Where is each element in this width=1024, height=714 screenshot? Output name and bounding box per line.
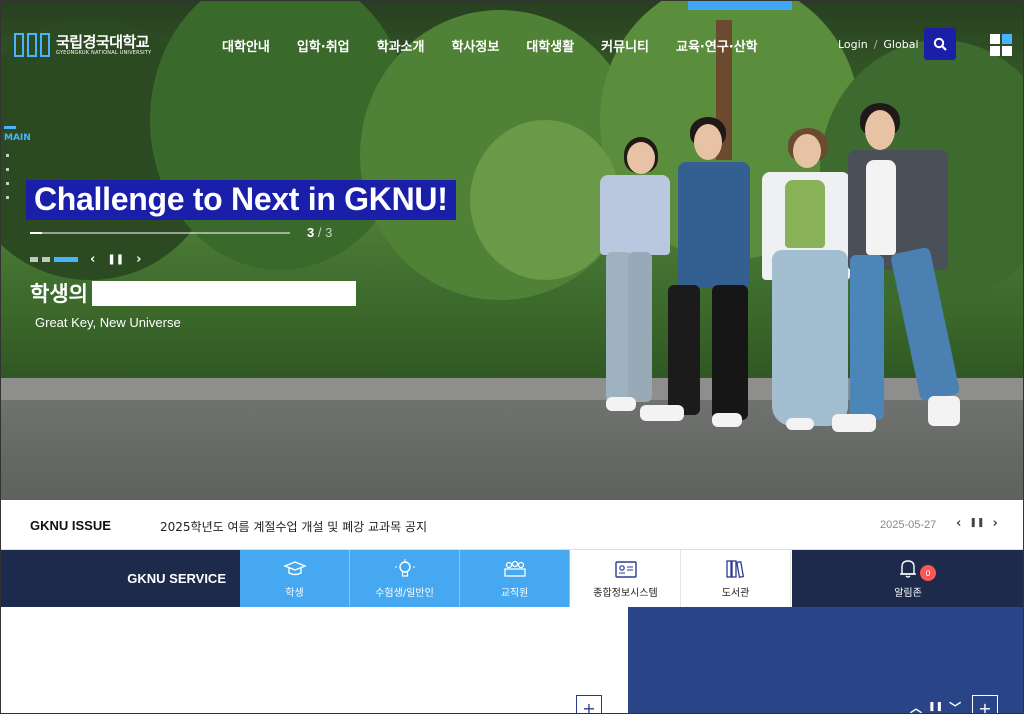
util-separator: / bbox=[873, 38, 878, 51]
hero-subtitle-text: 학생의 bbox=[30, 282, 88, 306]
slide-prev-button[interactable]: ‹ bbox=[90, 252, 95, 267]
service-label: 교직원 bbox=[500, 587, 529, 599]
logo-name-ko: 국립경국대학교 bbox=[56, 32, 150, 51]
service-library[interactable]: 도서관 bbox=[681, 550, 791, 607]
global-link[interactable]: Global bbox=[883, 38, 918, 51]
top-navigation: 국립경국대학교 GYEONGKUK NATIONAL UNIVERSITY 대학… bbox=[0, 0, 1024, 90]
logo-name-en: GYEONGKUK NATIONAL UNIVERSITY bbox=[56, 49, 152, 56]
hero-subtitle-en: Great Key, New Universe bbox=[35, 315, 181, 330]
slide-next-button[interactable]: › bbox=[136, 252, 141, 267]
service-applicant[interactable]: 수험생/일반인 bbox=[350, 550, 460, 607]
slide-progress-track bbox=[30, 232, 290, 234]
issue-bar: GKNU ISSUE 2025학년도 여름 계절수업 개설 및 폐강 교과목 공… bbox=[0, 500, 1024, 550]
menu-item-campus-life[interactable]: 대학생활 bbox=[526, 36, 574, 55]
issue-pause-button[interactable]: ❚❚ bbox=[969, 516, 984, 531]
hero-headline: Challenge to Next in GKNU! bbox=[26, 180, 456, 220]
issue-prev-button[interactable]: ‹ bbox=[956, 516, 961, 531]
news-more-button[interactable]: + bbox=[576, 695, 602, 714]
grid-icon bbox=[990, 34, 1000, 44]
login-link[interactable]: Login bbox=[838, 38, 868, 51]
bell-icon bbox=[896, 559, 920, 579]
notice-down-button[interactable]: ﹀ bbox=[949, 699, 961, 714]
menu-item-academics[interactable]: 학사정보 bbox=[451, 36, 499, 55]
slide-counter: 3 / 3 bbox=[307, 225, 332, 240]
slide-pager: ‹ ❚❚ › bbox=[30, 252, 141, 267]
slide-progress-fill bbox=[30, 232, 42, 234]
menu-item-research[interactable]: 교육·연구·산학 bbox=[676, 36, 758, 55]
menu-item-departments[interactable]: 학과소개 bbox=[377, 36, 425, 55]
hero-subtitle-ko: 학생의 bbox=[30, 278, 356, 308]
slide-pause-button[interactable]: ❚❚ bbox=[107, 254, 124, 265]
notice-pause-button[interactable]: ❚❚ bbox=[928, 699, 943, 714]
redacted-block bbox=[91, 280, 356, 306]
service-label: 도서관 bbox=[721, 587, 750, 599]
issue-controls: ‹ ❚❚ › bbox=[956, 516, 998, 531]
menu-item-community[interactable]: 커뮤니티 bbox=[601, 36, 649, 55]
service-student[interactable]: 학생 bbox=[240, 550, 350, 607]
issue-headline-link[interactable]: 2025학년도 여름 계절수업 개설 및 폐강 교과목 공지 bbox=[160, 518, 427, 535]
issue-title: GKNU ISSUE bbox=[30, 518, 111, 533]
sitemap-button[interactable] bbox=[990, 34, 1012, 56]
service-staff[interactable]: 교직원 bbox=[460, 550, 570, 607]
logo-mark-icon bbox=[14, 33, 50, 57]
notice-more-button[interactable]: + bbox=[972, 695, 998, 714]
menu-item-admission[interactable]: 입학·취업 bbox=[297, 36, 350, 55]
search-icon bbox=[933, 37, 947, 51]
section-dot[interactable] bbox=[6, 196, 9, 199]
issue-next-button[interactable]: › bbox=[992, 516, 997, 531]
issue-date: 2025-05-27 bbox=[880, 519, 937, 531]
service-title: GKNU SERVICE bbox=[0, 550, 240, 607]
university-logo[interactable]: 국립경국대학교 GYEONGKUK NATIONAL UNIVERSITY bbox=[14, 33, 151, 57]
notice-controls: ︿ ❚❚ ﹀ bbox=[910, 699, 961, 714]
lightbulb-icon bbox=[393, 558, 417, 579]
id-card-icon bbox=[614, 559, 638, 579]
slide-current: 3 bbox=[307, 225, 315, 240]
main-menu: 대학안내 입학·취업 학과소개 학사정보 대학생활 커뮤니티 교육·연구·산학 bbox=[222, 36, 785, 55]
slide-total: 3 bbox=[325, 225, 333, 240]
service-label: 수험생/일반인 bbox=[375, 587, 434, 599]
books-icon bbox=[724, 559, 748, 579]
section-dot[interactable] bbox=[6, 168, 9, 171]
section-dot[interactable] bbox=[6, 182, 9, 185]
service-notification-zone[interactable]: 알림존 0 bbox=[792, 550, 1024, 607]
foliage bbox=[470, 120, 620, 280]
service-label: 학생 bbox=[285, 587, 304, 599]
slide-dot[interactable] bbox=[42, 257, 50, 262]
section-dot[interactable] bbox=[6, 154, 9, 157]
utility-links: Login / Global bbox=[838, 38, 919, 51]
menu-item-about[interactable]: 대학안내 bbox=[222, 36, 270, 55]
service-label: 종합정보시스템 bbox=[593, 587, 658, 599]
notice-up-button[interactable]: ︿ bbox=[910, 699, 922, 714]
people-icon bbox=[503, 559, 527, 579]
slide-separator: / bbox=[317, 225, 322, 240]
news-panel: + bbox=[0, 607, 628, 714]
graduation-cap-icon bbox=[282, 559, 307, 579]
service-info-system[interactable]: 종합정보시스템 bbox=[571, 550, 681, 607]
service-bar: GKNU SERVICE 학생 수험생/일반인 교직원 종합정보시스템 도서관 bbox=[0, 550, 1024, 607]
notice-panel: ︿ ❚❚ ﹀ + bbox=[628, 607, 1024, 714]
notification-badge: 0 bbox=[920, 565, 936, 581]
service-label: 알림존 bbox=[894, 587, 922, 599]
side-label: MAIN bbox=[4, 133, 31, 143]
search-button[interactable] bbox=[924, 28, 956, 60]
slide-dot[interactable] bbox=[30, 257, 38, 262]
slide-dot-active[interactable] bbox=[54, 257, 78, 262]
